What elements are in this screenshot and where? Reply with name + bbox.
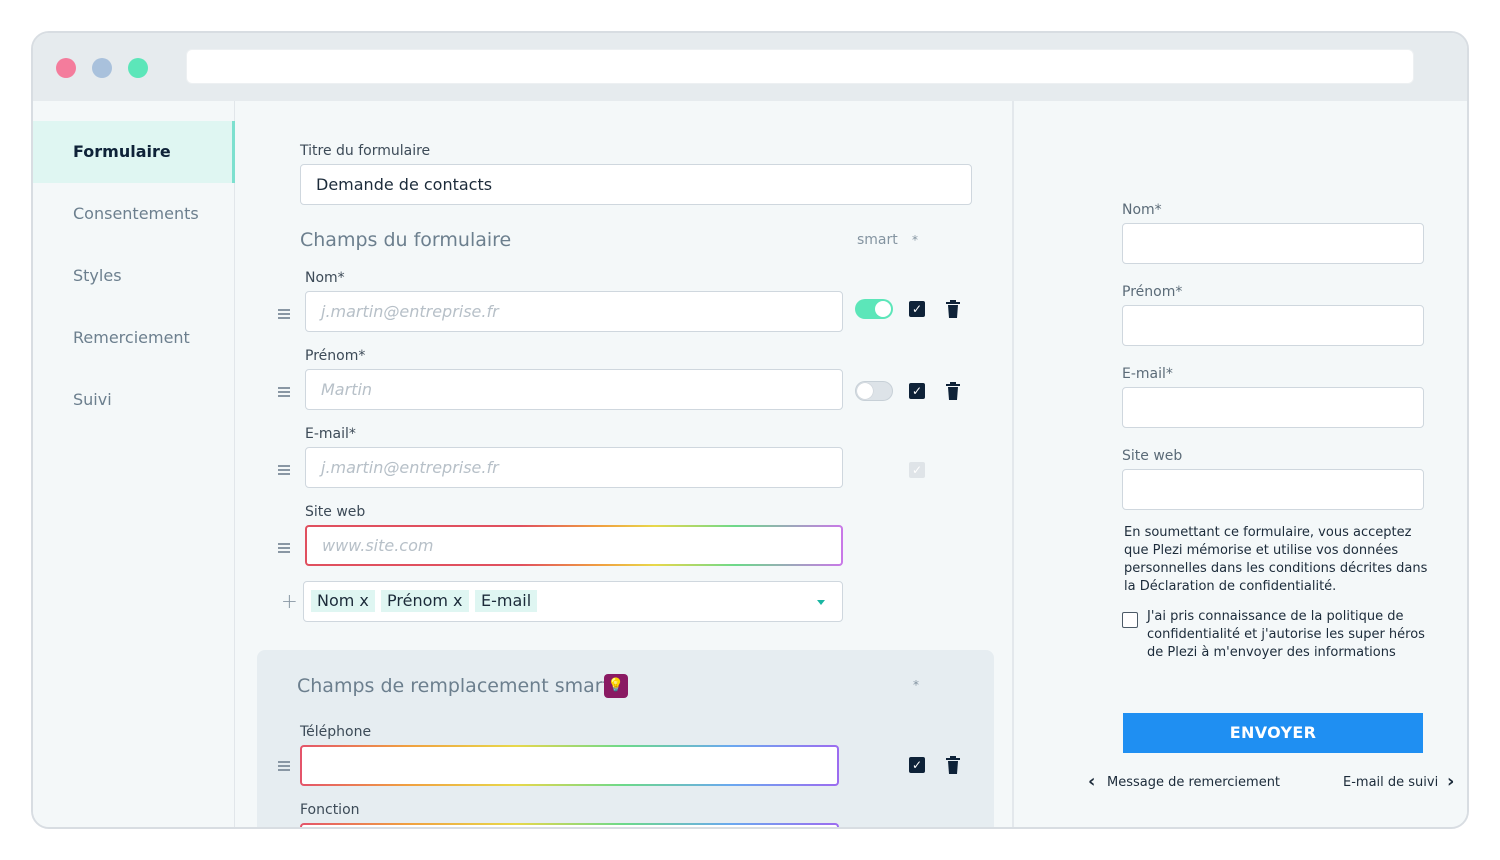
chevron-left-icon[interactable]: ‹ [1088, 771, 1095, 792]
required-column-label: * [912, 233, 918, 247]
form-editor: Titre du formulaire Demande de contacts … [236, 101, 1012, 827]
minimize-window-dot[interactable] [92, 58, 112, 78]
smart-required-column-label: * [913, 678, 919, 692]
field-email-input[interactable]: j.martin@entreprise.fr [305, 447, 843, 488]
preview-siteweb-label: Site web [1122, 448, 1183, 464]
trash-icon[interactable] [945, 300, 961, 318]
field-siteweb-input[interactable]: www.site.com [305, 525, 843, 566]
close-window-dot[interactable] [56, 58, 76, 78]
form-title-value: Demande de contacts [316, 175, 493, 194]
window-titlebar [33, 33, 1467, 101]
drag-handle-icon[interactable] [278, 387, 290, 397]
preview-email-input[interactable] [1122, 387, 1424, 428]
smart-replacement-section: Champs de remplacement smart 💡 * Télépho… [257, 650, 994, 827]
sidebar-item-remerciement[interactable]: Remerciement [33, 307, 235, 369]
smart-field-fonction-input[interactable] [300, 823, 839, 827]
drag-handle-icon[interactable] [278, 761, 290, 771]
smart-toggle-nom[interactable] [855, 299, 893, 319]
trash-icon[interactable] [945, 382, 961, 400]
tag-nom[interactable]: Nom x [311, 590, 375, 612]
fields-heading: Champs du formulaire [300, 229, 512, 251]
preview-prenom-input[interactable] [1122, 305, 1424, 346]
preview-siteweb-input[interactable] [1122, 469, 1424, 510]
preview-email-label: E-mail* [1122, 366, 1173, 382]
smart-field-telephone-input[interactable] [300, 745, 839, 786]
next-link[interactable]: E-mail de suivi [1343, 775, 1438, 790]
field-nom-label: Nom* [305, 270, 345, 286]
address-bar[interactable] [186, 49, 1414, 84]
required-checkbox-prenom[interactable]: ✓ [909, 383, 925, 399]
drag-handle-icon[interactable] [278, 543, 290, 553]
field-nom-input[interactable]: j.martin@entreprise.fr [305, 291, 843, 332]
tag-email[interactable]: E-mail [475, 590, 538, 612]
preview-nom-label: Nom* [1122, 202, 1162, 218]
trash-icon[interactable] [945, 756, 961, 774]
prev-link[interactable]: Message de remerciement [1107, 775, 1280, 790]
browser-window: Formulaire Consentements Styles Remercie… [31, 31, 1469, 829]
field-siteweb-label: Site web [305, 504, 366, 520]
form-title-label: Titre du formulaire [300, 143, 431, 159]
maximize-window-dot[interactable] [128, 58, 148, 78]
drag-handle-icon[interactable] [278, 465, 290, 475]
smart-field-telephone-label: Téléphone [300, 724, 372, 740]
sidebar-item-styles[interactable]: Styles [33, 245, 235, 307]
consent-checkbox-text: J'ai pris connaissance de la politique d… [1147, 609, 1425, 660]
chevron-right-icon[interactable]: › [1447, 771, 1454, 792]
sidebar: Formulaire Consentements Styles Remercie… [33, 101, 235, 827]
submit-button[interactable]: ENVOYER [1123, 713, 1423, 753]
smart-heading: Champs de remplacement smart [297, 675, 610, 697]
preview-nom-input[interactable] [1122, 223, 1424, 264]
smart-column-label: smart [857, 232, 898, 248]
preview-prenom-label: Prénom* [1122, 284, 1183, 300]
form-preview: Nom* Prénom* E-mail* Site web En soumett… [1012, 101, 1467, 827]
field-prenom-input[interactable]: Martin [305, 369, 843, 410]
required-checkbox-nom[interactable]: ✓ [909, 301, 925, 317]
field-prenom-label: Prénom* [305, 348, 366, 364]
lightbulb-icon: 💡 [604, 674, 628, 698]
smart-field-fonction-label: Fonction [300, 802, 360, 818]
required-checkbox-telephone[interactable]: ✓ [909, 757, 925, 773]
chevron-down-icon[interactable] [817, 600, 825, 605]
field-email-label: E-mail* [305, 426, 356, 442]
required-checkbox-email-disabled: ✓ [909, 462, 925, 478]
consent-text: En soumettant ce formulaire, vous accept… [1124, 525, 1428, 594]
form-title-input[interactable]: Demande de contacts [300, 164, 972, 205]
sidebar-item-consentements[interactable]: Consentements [33, 183, 235, 245]
consent-checkbox[interactable] [1122, 612, 1138, 628]
drag-handle-icon[interactable] [278, 309, 290, 319]
sidebar-item-suivi[interactable]: Suivi [33, 369, 235, 431]
tag-prenom[interactable]: Prénom x [381, 590, 469, 612]
add-field-icon[interactable]: + [281, 589, 298, 613]
smart-toggle-prenom[interactable] [855, 381, 893, 401]
sidebar-item-formulaire[interactable]: Formulaire [33, 121, 235, 183]
